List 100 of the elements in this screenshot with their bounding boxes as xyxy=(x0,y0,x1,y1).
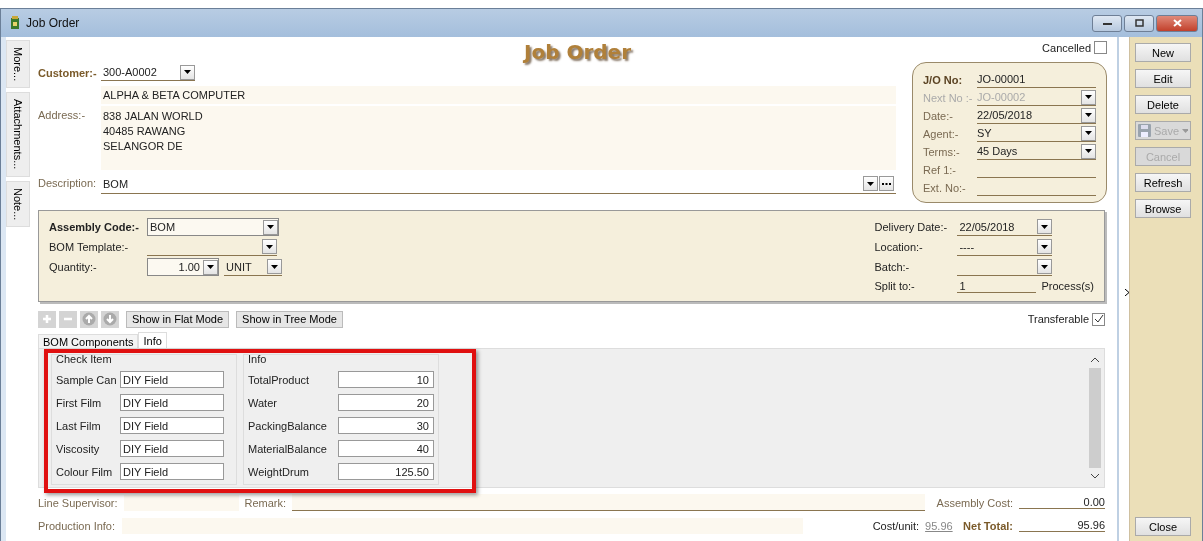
dropdown-button[interactable] xyxy=(267,259,282,274)
down-arrow-icon xyxy=(103,312,117,326)
net-total-value: 95.96 xyxy=(1019,519,1105,532)
dropdown-button[interactable] xyxy=(203,259,218,275)
caret-icon xyxy=(1085,95,1092,99)
dropdown-field[interactable]: SY xyxy=(977,125,1096,142)
dropdown-button[interactable] xyxy=(1037,259,1053,274)
side-tab[interactable]: Note... xyxy=(6,180,30,227)
caret-icon xyxy=(266,244,273,249)
dropdown-button[interactable] xyxy=(1081,89,1096,105)
field-label: Batch:- xyxy=(874,261,911,273)
mode-button[interactable]: Show in Flat Mode xyxy=(126,310,230,328)
field-label: Net Total: xyxy=(963,519,1013,532)
caret-icon xyxy=(271,264,278,269)
input-field[interactable]: DIY Field xyxy=(120,440,224,457)
dropdown-button[interactable] xyxy=(262,239,277,254)
field-label: Ref 1:- xyxy=(923,163,957,176)
action-button[interactable]: New xyxy=(1135,43,1191,62)
input-field[interactable]: 40 xyxy=(338,440,434,457)
restore-icon xyxy=(1134,19,1144,27)
field-label: Description: xyxy=(38,176,98,189)
input-field[interactable]: DIY Field xyxy=(120,371,224,388)
caret-icon xyxy=(867,181,874,186)
dropdown-button[interactable] xyxy=(1081,125,1096,141)
action-button[interactable]: Delete xyxy=(1135,95,1191,114)
side-tab[interactable]: More... xyxy=(6,40,30,89)
minimize-button[interactable] xyxy=(1092,14,1122,32)
input-field[interactable]: 125.50 xyxy=(338,463,434,480)
cost-per-unit-link[interactable]: 95.96 xyxy=(925,519,952,532)
field-label: Production Info: xyxy=(38,519,116,532)
tab[interactable]: Info xyxy=(138,332,167,348)
window-title: Job Order xyxy=(26,16,80,30)
restore-button[interactable] xyxy=(1124,14,1154,32)
bom-template-dropdown[interactable] xyxy=(147,238,277,256)
field-label: Assembly Code:- xyxy=(49,221,140,233)
field-label: Ext. No:- xyxy=(923,181,967,194)
action-button[interactable]: Browse xyxy=(1135,199,1191,218)
input-field[interactable]: 30 xyxy=(338,417,434,434)
assembly-cost-value: 0.00 xyxy=(1019,496,1105,509)
field-label: PackingBalance xyxy=(248,419,328,432)
quantity-field[interactable]: 1.00 xyxy=(147,258,219,276)
field-label: Water xyxy=(248,396,278,409)
caret-icon xyxy=(1041,224,1049,229)
dropdown-button[interactable] xyxy=(863,176,878,191)
field-label: Quantity:- xyxy=(49,261,98,273)
document-number: JO-00001 xyxy=(977,71,1096,88)
input-field[interactable]: 20 xyxy=(338,394,434,411)
batch-dropdown[interactable] xyxy=(957,258,1053,276)
checkbox-label: Cancelled xyxy=(1042,41,1091,54)
plus-icon xyxy=(42,314,52,324)
field-label: Agent:- xyxy=(923,127,960,140)
action-button[interactable]: Edit xyxy=(1135,69,1191,88)
field-label: Viscosity xyxy=(56,442,101,455)
caret-icon xyxy=(1085,131,1092,135)
assembly-code-dropdown[interactable]: BOM xyxy=(147,218,279,236)
caret-icon xyxy=(267,225,274,229)
dropdown-button[interactable] xyxy=(1081,143,1096,159)
caret-icon xyxy=(1041,264,1049,269)
action-button[interactable]: Refresh xyxy=(1135,173,1191,192)
description-field[interactable]: BOM xyxy=(101,174,896,194)
caret-icon xyxy=(1041,244,1049,249)
dropdown-field[interactable]: 22/05/2018 xyxy=(977,107,1096,124)
close-icon xyxy=(1172,19,1182,27)
transferable-checkbox[interactable] xyxy=(1092,312,1105,326)
customer-dropdown[interactable]: 300-A0002 xyxy=(101,64,195,81)
location-dropdown[interactable]: ---- xyxy=(957,238,1053,256)
caret-icon xyxy=(184,70,191,74)
input-field[interactable]: DIY Field xyxy=(120,417,224,434)
dropdown-button[interactable] xyxy=(1037,239,1053,254)
dropdown-button[interactable] xyxy=(1081,107,1096,123)
more-button[interactable] xyxy=(879,176,894,191)
remark-field[interactable] xyxy=(292,494,925,511)
dropdown-button[interactable] xyxy=(180,64,195,80)
split-field[interactable]: 1 xyxy=(957,279,1037,293)
input-field[interactable]: DIY Field xyxy=(120,394,224,411)
side-tab[interactable]: Attachments... xyxy=(6,92,30,177)
mode-button[interactable]: Show in Tree Mode xyxy=(236,310,343,328)
dropdown-button[interactable] xyxy=(263,219,278,235)
form-title: Job Order xyxy=(523,40,632,64)
input-field[interactable]: DIY Field xyxy=(120,463,224,480)
cancelled-checkbox[interactable] xyxy=(1094,41,1107,54)
field-label: Next No :- xyxy=(923,91,974,104)
dropdown-field[interactable]: 45 Days xyxy=(977,143,1096,160)
tab[interactable]: BOM Components xyxy=(38,334,139,348)
checkbox-label: Transferable xyxy=(1027,313,1089,325)
input-field[interactable]: 10 xyxy=(338,371,434,388)
field-label: Address:- xyxy=(38,108,87,121)
collapse-arrow-icon[interactable] xyxy=(1125,289,1129,296)
address-field[interactable]: 838 JALAN WORLD 40485 RAWANG SELANGOR DE xyxy=(101,106,896,170)
group-title: Info xyxy=(248,355,268,365)
ellipsis-icon xyxy=(882,182,891,185)
customer-name: ALPHA & BETA COMPUTER xyxy=(101,86,896,104)
close-form-button[interactable]: Close xyxy=(1135,517,1191,536)
scroll-down-icon[interactable] xyxy=(1091,474,1099,479)
delivery-date-field[interactable]: 22/05/2018 xyxy=(957,218,1053,236)
unit-dropdown[interactable]: UNIT xyxy=(224,258,282,276)
close-button[interactable] xyxy=(1156,14,1198,32)
input-field[interactable] xyxy=(123,494,239,511)
scroll-up-icon[interactable] xyxy=(1091,357,1099,362)
dropdown-button[interactable] xyxy=(1037,219,1053,234)
